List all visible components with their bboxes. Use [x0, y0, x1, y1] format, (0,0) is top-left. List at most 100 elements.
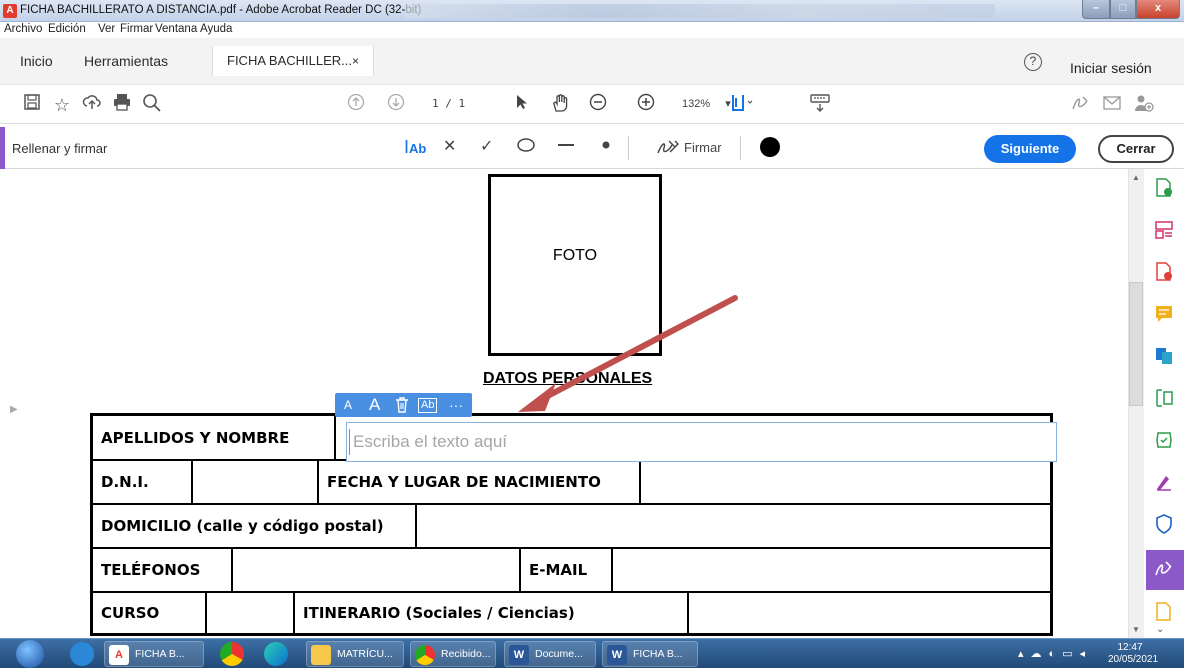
taskbar-item-word-1[interactable]: W Docume... [504, 641, 596, 667]
edge-icon[interactable] [264, 642, 288, 666]
fit-page-icon[interactable] [730, 93, 754, 117]
increase-font-size-button[interactable]: A [369, 395, 380, 415]
sign-pen-icon[interactable] [1068, 93, 1092, 117]
taskbar-item-chrome[interactable]: Recibido... [410, 641, 496, 667]
cerrar-button[interactable]: Cerrar [1098, 135, 1174, 163]
menu-ventana[interactable]: Ventana [155, 23, 197, 35]
word-icon: W [607, 645, 627, 665]
scroll-down-icon[interactable]: ▼ [1132, 625, 1140, 634]
menu-ver[interactable]: Ver [98, 23, 115, 35]
email-icon[interactable] [1100, 93, 1124, 117]
windows-taskbar: A FICHA B... MATRÍCU... Recibido... W Do… [0, 638, 1184, 668]
menu-firmar[interactable]: Firmar [120, 23, 153, 35]
onedrive-icon[interactable] [70, 642, 94, 666]
scrollbar-thumb[interactable] [1129, 282, 1143, 406]
add-text-tool[interactable]: IAb [404, 137, 426, 159]
siguiente-button[interactable]: Siguiente [984, 135, 1076, 163]
organize-pages-icon[interactable] [1152, 220, 1176, 244]
value-curso[interactable] [207, 593, 295, 633]
upload-cloud-icon[interactable] [80, 93, 104, 117]
check-mark-icon[interactable]: ✓ [480, 137, 493, 157]
comb-field-button[interactable]: Ab [418, 398, 438, 413]
create-pdf-icon[interactable] [1152, 262, 1176, 286]
export-pdf-icon[interactable] [1152, 178, 1176, 202]
minimize-button[interactable]: – [1082, 0, 1110, 19]
taskbar-item-label: FICHA B... [135, 648, 185, 660]
more-tools-icon[interactable] [1152, 602, 1176, 626]
zoom-out-icon[interactable] [586, 93, 610, 117]
fill-sign-icon[interactable] [1152, 558, 1176, 582]
system-tray-icons[interactable]: ▴☁◐▭◂ [1018, 647, 1092, 660]
chevron-down-icon[interactable]: ⌄ [1156, 624, 1164, 635]
acrobat-app-icon: A [3, 4, 17, 18]
page-current[interactable]: 1 [432, 97, 439, 110]
more-options-button[interactable]: ··· [449, 395, 463, 415]
zoom-search-icon[interactable] [140, 93, 164, 117]
tab-document[interactable]: FICHA BACHILLER... × [212, 46, 374, 76]
system-clock[interactable]: 12:47 20/05/2021 [1108, 642, 1158, 666]
select-cursor-icon[interactable] [510, 93, 534, 117]
menu-archivo[interactable]: Archivo [4, 23, 42, 35]
add-user-icon[interactable] [1132, 93, 1156, 117]
value-itinerario[interactable] [689, 593, 1050, 633]
page-down-icon[interactable] [384, 93, 408, 117]
text-input[interactable] [353, 428, 1043, 456]
taskbar-item-word-2[interactable]: W FICHA B... [602, 641, 698, 667]
color-picker-button[interactable] [760, 137, 780, 157]
tab-inicio[interactable]: Inicio [20, 46, 53, 76]
taskbar-item-label: FICHA B... [633, 648, 683, 660]
chrome-icon[interactable] [220, 642, 244, 666]
menu-ayuda[interactable]: Ayuda [200, 23, 232, 35]
label-fecha-nacimiento: FECHA Y LUGAR DE NACIMIENTO [319, 461, 641, 503]
page-total: / 1 [445, 97, 466, 110]
text-input-box[interactable] [346, 422, 1057, 462]
circle-tool-icon[interactable] [516, 137, 536, 159]
hand-tool-icon[interactable] [548, 93, 572, 117]
value-domicilio[interactable] [417, 505, 1050, 547]
page-up-icon[interactable] [344, 93, 368, 117]
print-icon[interactable] [110, 93, 134, 117]
tab-close-icon[interactable]: × [352, 46, 359, 76]
firmar-pen-icon[interactable] [656, 137, 680, 163]
scroll-up-icon[interactable]: ▲ [1132, 173, 1140, 182]
taskbar-item-label: MATRÍCU... [337, 648, 393, 660]
scan-ocr-icon[interactable] [1152, 430, 1176, 454]
label-dni: D.N.I. [93, 461, 193, 503]
menu-edicion[interactable]: Edición [48, 23, 86, 35]
value-telefonos[interactable] [233, 549, 521, 591]
maximize-button[interactable]: □ [1110, 0, 1136, 19]
help-icon[interactable]: ? [1024, 53, 1042, 71]
save-icon[interactable] [20, 93, 44, 117]
line-tool-icon[interactable] [556, 137, 576, 159]
start-button[interactable] [16, 640, 44, 668]
firmar-label[interactable]: Firmar [684, 140, 722, 155]
star-icon[interactable]: ☆ [50, 93, 74, 117]
request-signature-icon[interactable] [1152, 472, 1176, 496]
read-mode-icon[interactable] [808, 93, 832, 117]
signin-link[interactable]: Iniciar sesión [1070, 60, 1152, 76]
titlebar-ghost-background [405, 4, 995, 18]
value-fecha-nacimiento[interactable] [641, 461, 1050, 503]
compress-pdf-icon[interactable] [1152, 388, 1176, 412]
taskbar-item-acrobat[interactable]: A FICHA B... [104, 641, 204, 667]
taskbar-item-folder[interactable]: MATRÍCU... [306, 641, 404, 667]
window-titlebar: A FICHA BACHILLERATO A DISTANCIA.pdf - A… [0, 0, 1184, 22]
value-email[interactable] [613, 549, 1050, 591]
delete-icon[interactable] [395, 395, 409, 418]
tab-herramientas[interactable]: Herramientas [84, 46, 168, 76]
protect-shield-icon[interactable] [1152, 514, 1176, 538]
combine-files-icon[interactable] [1152, 346, 1176, 370]
page-indicator[interactable]: 1 / 1 [432, 97, 465, 110]
left-panel-toggle-icon[interactable]: ▶ [10, 404, 18, 415]
photo-box: FOTO [488, 174, 662, 356]
zoom-in-icon[interactable] [634, 93, 658, 117]
dot-tool-icon[interactable] [600, 137, 612, 159]
value-dni[interactable] [193, 461, 319, 503]
zoom-level-select[interactable]: 132% ▾ [682, 97, 731, 110]
comment-icon[interactable] [1152, 304, 1176, 328]
label-curso: CURSO [93, 593, 207, 633]
cross-mark-icon[interactable]: ✕ [443, 137, 456, 157]
close-window-button[interactable]: x [1136, 0, 1180, 19]
chrome-icon [415, 645, 435, 665]
decrease-font-size-button[interactable]: A [344, 395, 352, 415]
